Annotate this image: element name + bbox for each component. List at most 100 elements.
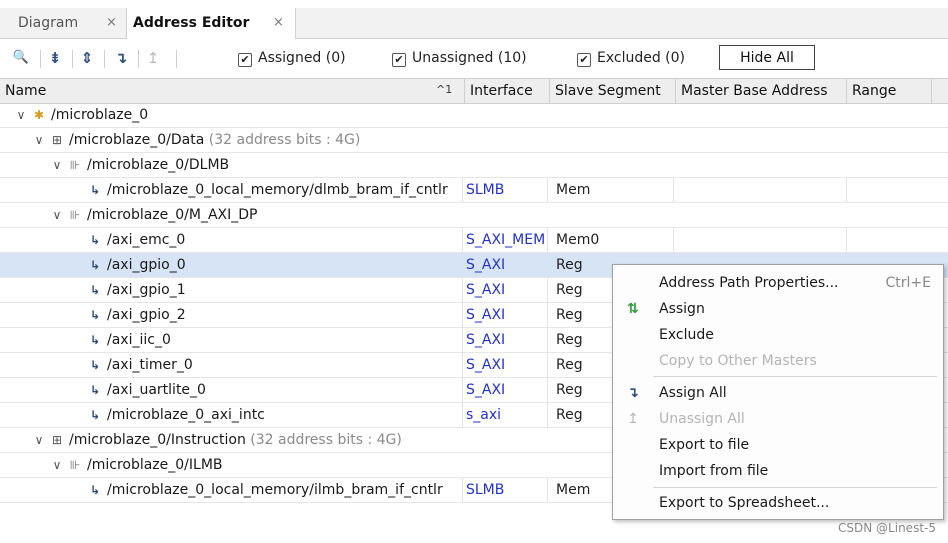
hide-all-button[interactable]: Hide All xyxy=(719,45,815,70)
segment-icon: ↳ xyxy=(89,408,101,422)
column-header-slave-segment[interactable]: Slave Segment xyxy=(550,79,676,103)
row-name: /axi_gpio_2 xyxy=(107,307,186,323)
column-slave-segment-label: Slave Segment xyxy=(555,83,661,99)
row-name: /axi_gpio_1 xyxy=(107,282,186,298)
menu-item-exclude[interactable]: Exclude xyxy=(613,322,943,348)
unassign-all-icon: ↥ xyxy=(627,411,639,427)
chevron-down-icon[interactable]: ∨ xyxy=(32,128,46,153)
row-name: /axi_timer_0 xyxy=(107,357,193,373)
row-name: /microblaze_0_local_memory/ilmb_bram_if_… xyxy=(107,482,443,498)
table-row[interactable]: ↳ /microblaze_0_local_memory/dlmb_bram_if… xyxy=(0,178,948,203)
cell-divider xyxy=(547,228,548,252)
collapse-all-icon[interactable]: ⇟ xyxy=(46,48,64,68)
menu-separator xyxy=(653,376,937,377)
row-interface: S_AXI xyxy=(466,332,506,348)
row-interface: SLMB xyxy=(466,482,505,498)
table-row[interactable]: ∨ ⊞ /microblaze_0/Data (32 address bits : … xyxy=(0,128,948,153)
chevron-down-icon[interactable]: ∨ xyxy=(50,203,64,228)
checkbox-checked-icon: ✔ xyxy=(238,53,252,67)
row-interface: S_AXI xyxy=(466,382,506,398)
address-map-icon: ⊪ xyxy=(69,158,81,172)
row-slave-segment: Reg xyxy=(556,332,583,348)
menu-item-label: Export to Spreadsheet... xyxy=(659,495,830,511)
row-name: /axi_gpio_0 xyxy=(107,257,186,273)
cell-divider xyxy=(462,228,463,252)
menu-item-address-path-properties[interactable]: Address Path Properties... Ctrl+E xyxy=(613,270,943,296)
address-map-icon: ⊪ xyxy=(69,458,81,472)
cell-divider xyxy=(462,378,463,402)
cell-divider xyxy=(462,478,463,502)
cell-divider xyxy=(673,228,674,252)
chevron-down-icon[interactable]: ∨ xyxy=(50,453,64,478)
column-header-range[interactable]: Range xyxy=(847,79,932,103)
tab-address-editor[interactable]: Address Editor × xyxy=(126,8,296,39)
row-interface: s_axi xyxy=(466,407,502,423)
tab-diagram[interactable]: Diagram × xyxy=(8,8,126,38)
chevron-down-icon[interactable]: ∨ xyxy=(50,153,64,178)
table-row[interactable]: ∨ ✱ /microblaze_0 xyxy=(0,103,948,128)
segment-icon: ↳ xyxy=(89,258,101,272)
menu-item-assign[interactable]: ⇅ Assign xyxy=(613,296,943,322)
close-icon[interactable]: × xyxy=(273,8,284,38)
excluded-label: Excluded (0) xyxy=(597,50,686,66)
menu-item-assign-all[interactable]: ↴ Assign All xyxy=(613,380,943,406)
table-header: Name ^1 Interface Slave Segment Master B… xyxy=(0,78,948,104)
column-interface-label: Interface xyxy=(470,83,533,99)
menu-item-label: Unassign All xyxy=(659,411,745,427)
row-name: /axi_uartlite_0 xyxy=(107,382,206,398)
excluded-checkbox[interactable]: ✔ Excluded (0) xyxy=(577,49,685,67)
row-slave-segment: Reg xyxy=(556,407,583,423)
assigned-checkbox[interactable]: ✔ Assigned (0) xyxy=(238,49,346,67)
unassigned-checkbox[interactable]: ✔ Unassigned (10) xyxy=(392,49,527,67)
cell-divider xyxy=(547,328,548,352)
toolbar-separator xyxy=(138,50,139,68)
column-header-name[interactable]: Name xyxy=(0,79,465,103)
row-extra: (32 address bits : 4G) xyxy=(208,132,361,148)
cell-divider xyxy=(846,178,847,202)
segment-icon: ↳ xyxy=(89,283,101,297)
close-icon[interactable]: × xyxy=(106,8,117,38)
cell-divider xyxy=(547,378,548,402)
menu-item-export-to-spreadsheet[interactable]: Export to Spreadsheet... xyxy=(613,490,943,516)
table-row[interactable]: ∨ ⊪ /microblaze_0/DLMB xyxy=(0,153,948,178)
column-header-master-base-address[interactable]: Master Base Address xyxy=(676,79,847,103)
menu-item-label: Import from file xyxy=(659,463,769,479)
tab-diagram-label: Diagram xyxy=(18,15,79,31)
address-space-icon: ⊞ xyxy=(51,433,63,447)
column-header-interface[interactable]: Interface xyxy=(465,79,550,103)
toolbar-separator xyxy=(176,50,177,68)
unassign-all-icon[interactable]: ↥ xyxy=(144,48,162,68)
row-interface: SLMB xyxy=(466,182,505,198)
table-row[interactable]: ∨ ⊪ /microblaze_0/M_AXI_DP xyxy=(0,203,948,228)
toolbar: 🔍 ⇟ ⇕ ↴ ↥ ✔ Assigned (0) ✔ Unassigned (10)… xyxy=(0,39,948,77)
search-icon[interactable]: 🔍 xyxy=(12,48,30,68)
menu-item-unassign-all[interactable]: ↥ Unassign All xyxy=(613,406,943,432)
table-row[interactable]: ↳ /axi_emc_0 S_AXI_MEM Mem0 xyxy=(0,228,948,253)
expand-all-icon[interactable]: ⇕ xyxy=(78,48,96,68)
row-interface: S_AXI xyxy=(466,282,506,298)
row-slave-segment: Reg xyxy=(556,382,583,398)
tab-address-editor-label: Address Editor xyxy=(133,15,250,31)
row-interface: S_AXI xyxy=(466,357,506,373)
assign-icon: ⇅ xyxy=(627,301,639,317)
toolbar-separator xyxy=(104,50,105,68)
chevron-down-icon[interactable]: ∨ xyxy=(32,428,46,453)
menu-item-label: Assign All xyxy=(659,385,727,401)
menu-separator xyxy=(653,487,937,488)
row-name: /microblaze_0/Data xyxy=(69,132,205,148)
row-extra: (32 address bits : 4G) xyxy=(250,432,402,448)
menu-item-copy-to-other-masters[interactable]: Copy to Other Masters xyxy=(613,348,943,374)
segment-icon: ↳ xyxy=(89,308,101,322)
menu-item-import-from-file[interactable]: Import from file xyxy=(613,458,943,484)
menu-item-export-to-file[interactable]: Export to file xyxy=(613,432,943,458)
cell-divider xyxy=(846,228,847,252)
segment-icon: ↳ xyxy=(89,483,101,497)
row-name: /axi_iic_0 xyxy=(107,332,171,348)
segment-icon: ↳ xyxy=(89,183,101,197)
chevron-down-icon[interactable]: ∨ xyxy=(14,103,28,128)
segment-icon: ↳ xyxy=(89,383,101,397)
row-name: /microblaze_0/M_AXI_DP xyxy=(87,207,258,223)
segment-icon: ↳ xyxy=(89,233,101,247)
assign-all-icon[interactable]: ↴ xyxy=(112,48,130,68)
row-interface: S_AXI xyxy=(466,307,506,323)
